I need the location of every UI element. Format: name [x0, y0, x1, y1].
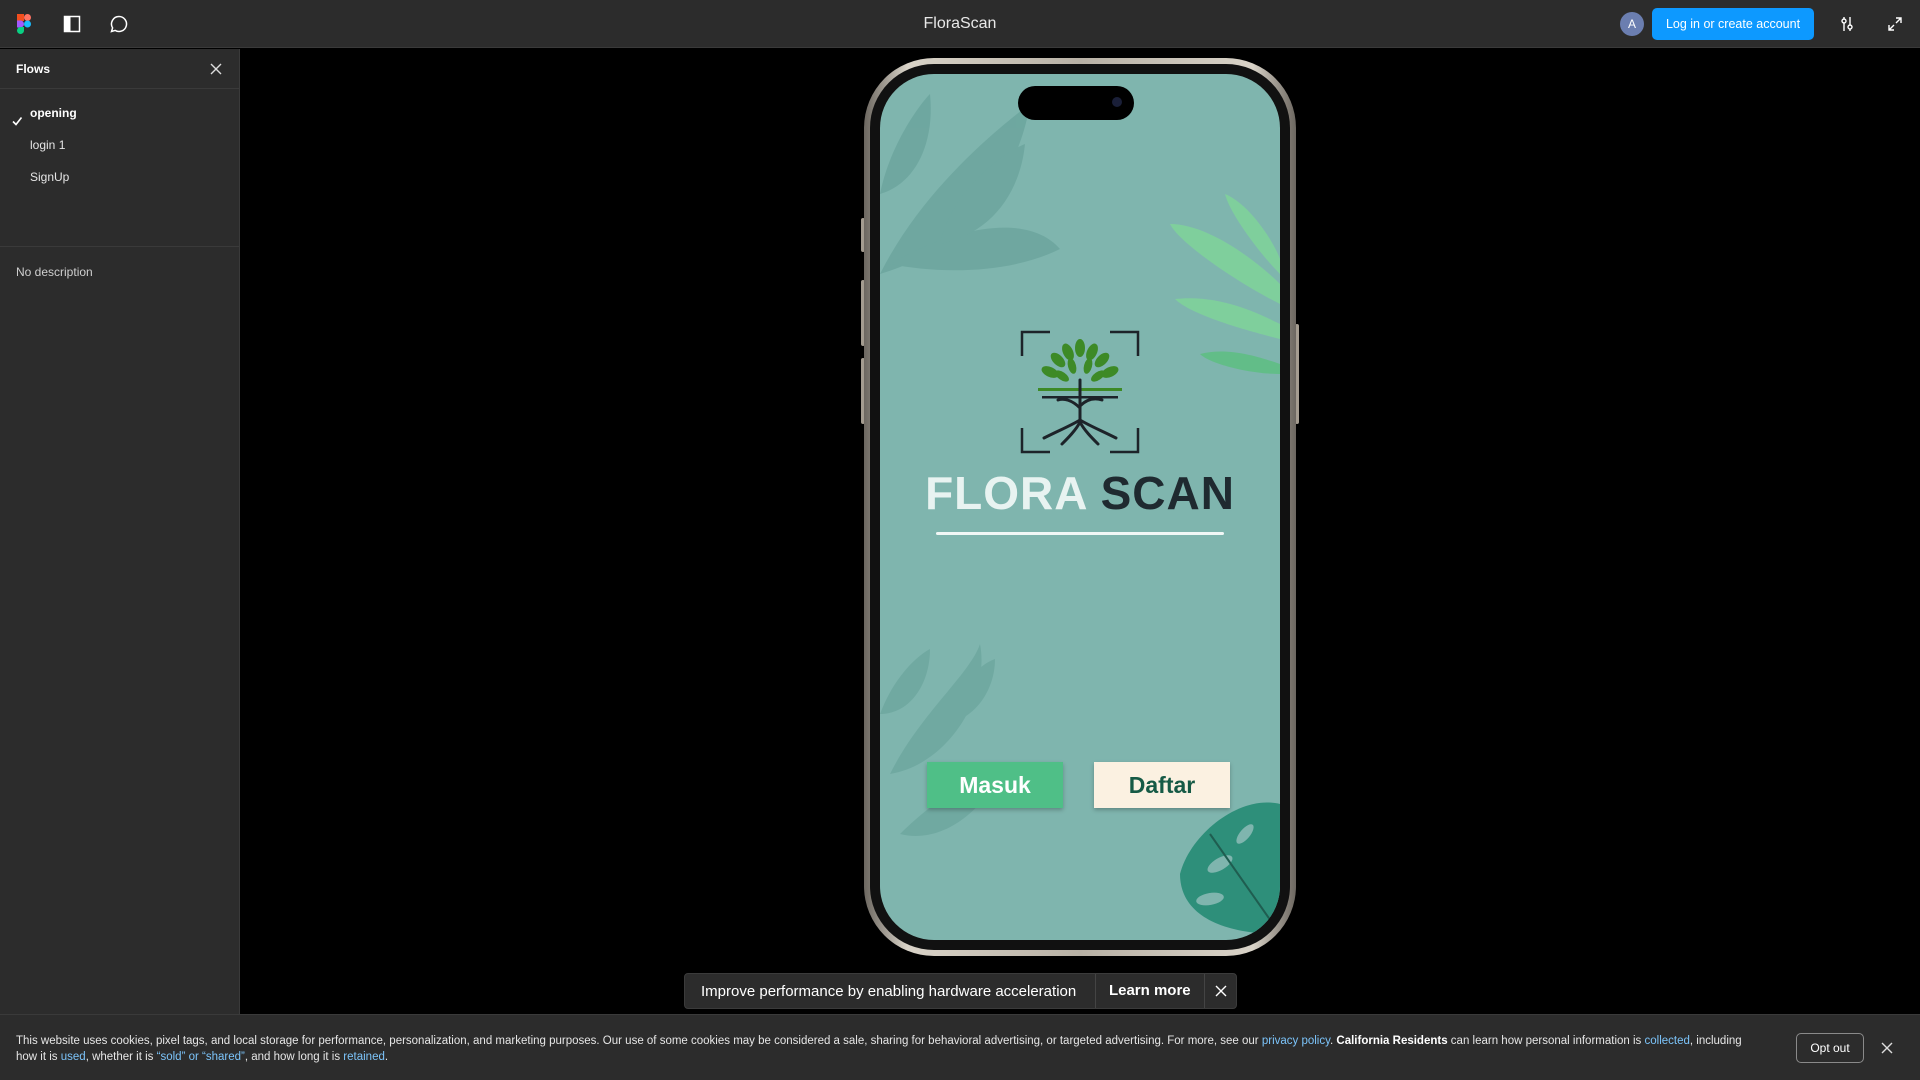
retained-link[interactable]: retained	[343, 1051, 385, 1063]
hardware-acceleration-toast: Improve performance by enabling hardware…	[684, 973, 1237, 1009]
cookie-text: This website uses cookies, pixel tags, a…	[16, 1033, 1756, 1065]
settings-sliders-icon[interactable]	[1835, 12, 1859, 36]
masuk-button[interactable]: Masuk	[927, 762, 1063, 808]
phone-bezel: FLORA SCAN Masuk Daftar	[870, 64, 1290, 950]
sidebar-title: Flows	[16, 62, 51, 76]
flow-item-signup[interactable]: SignUp	[0, 161, 239, 193]
toast-message: Improve performance by enabling hardware…	[701, 982, 1077, 1000]
cookie-text-7: .	[384, 1051, 389, 1063]
privacy-policy-link[interactable]: privacy policy	[1262, 1035, 1330, 1047]
prototype-screen[interactable]: FLORA SCAN Masuk Daftar	[880, 74, 1280, 940]
camera-icon	[1112, 97, 1122, 107]
cookie-text-5: , whether it is	[85, 1051, 157, 1063]
sidebar-toggle-icon[interactable]	[60, 12, 84, 36]
expand-icon[interactable]	[1883, 12, 1907, 36]
brand-word-flora: FLORA	[925, 467, 1087, 519]
login-button[interactable]: Log in or create account	[1652, 8, 1814, 40]
flow-label: login 1	[30, 138, 66, 152]
check-icon	[11, 107, 23, 126]
toast-close-button[interactable]	[1204, 974, 1236, 1008]
comment-icon[interactable]	[107, 12, 131, 36]
opt-out-button[interactable]: Opt out	[1796, 1033, 1864, 1063]
florascan-logo	[1020, 330, 1140, 454]
cookie-text-3: can learn how personal information is	[1447, 1035, 1645, 1047]
close-icon	[1215, 985, 1227, 997]
california-residents-label: California Residents	[1336, 1035, 1448, 1047]
sidebar-header: Flows	[0, 49, 239, 89]
brand-word-scan: SCAN	[1100, 467, 1235, 519]
cookie-close-button[interactable]	[1878, 1039, 1896, 1057]
brand-underline	[936, 532, 1224, 535]
close-icon[interactable]	[207, 60, 225, 78]
sold-shared-link[interactable]: “sold” or “shared”	[157, 1051, 245, 1063]
top-bar: FloraScan A Log in or create account	[0, 0, 1920, 48]
daftar-button[interactable]: Daftar	[1094, 762, 1230, 808]
close-icon	[1881, 1042, 1893, 1054]
dynamic-island	[1018, 86, 1134, 120]
flow-item-login-1[interactable]: login 1	[0, 129, 239, 161]
flow-label: SignUp	[30, 170, 70, 184]
figma-logo-icon[interactable]	[12, 12, 36, 36]
used-link[interactable]: used	[61, 1051, 86, 1063]
cookie-text-1: This website uses cookies, pixel tags, a…	[16, 1035, 1262, 1047]
phone-frame: FLORA SCAN Masuk Daftar	[864, 58, 1296, 956]
cookie-banner: This website uses cookies, pixel tags, a…	[0, 1014, 1920, 1080]
learn-more-link[interactable]: Learn more	[1094, 974, 1205, 1008]
flow-item-opening[interactable]: opening	[0, 97, 239, 129]
cookie-text-6: , and how long it is	[244, 1051, 344, 1063]
collected-link[interactable]: collected	[1645, 1035, 1690, 1047]
flow-description: No description	[16, 265, 93, 279]
flow-label: opening	[30, 106, 77, 120]
flows-sidebar: Flows opening login 1 SignUp No descript…	[0, 49, 240, 1014]
flow-list: opening login 1 SignUp	[0, 89, 239, 247]
brand-title: FLORA SCAN	[880, 466, 1280, 520]
avatar[interactable]: A	[1620, 12, 1644, 36]
